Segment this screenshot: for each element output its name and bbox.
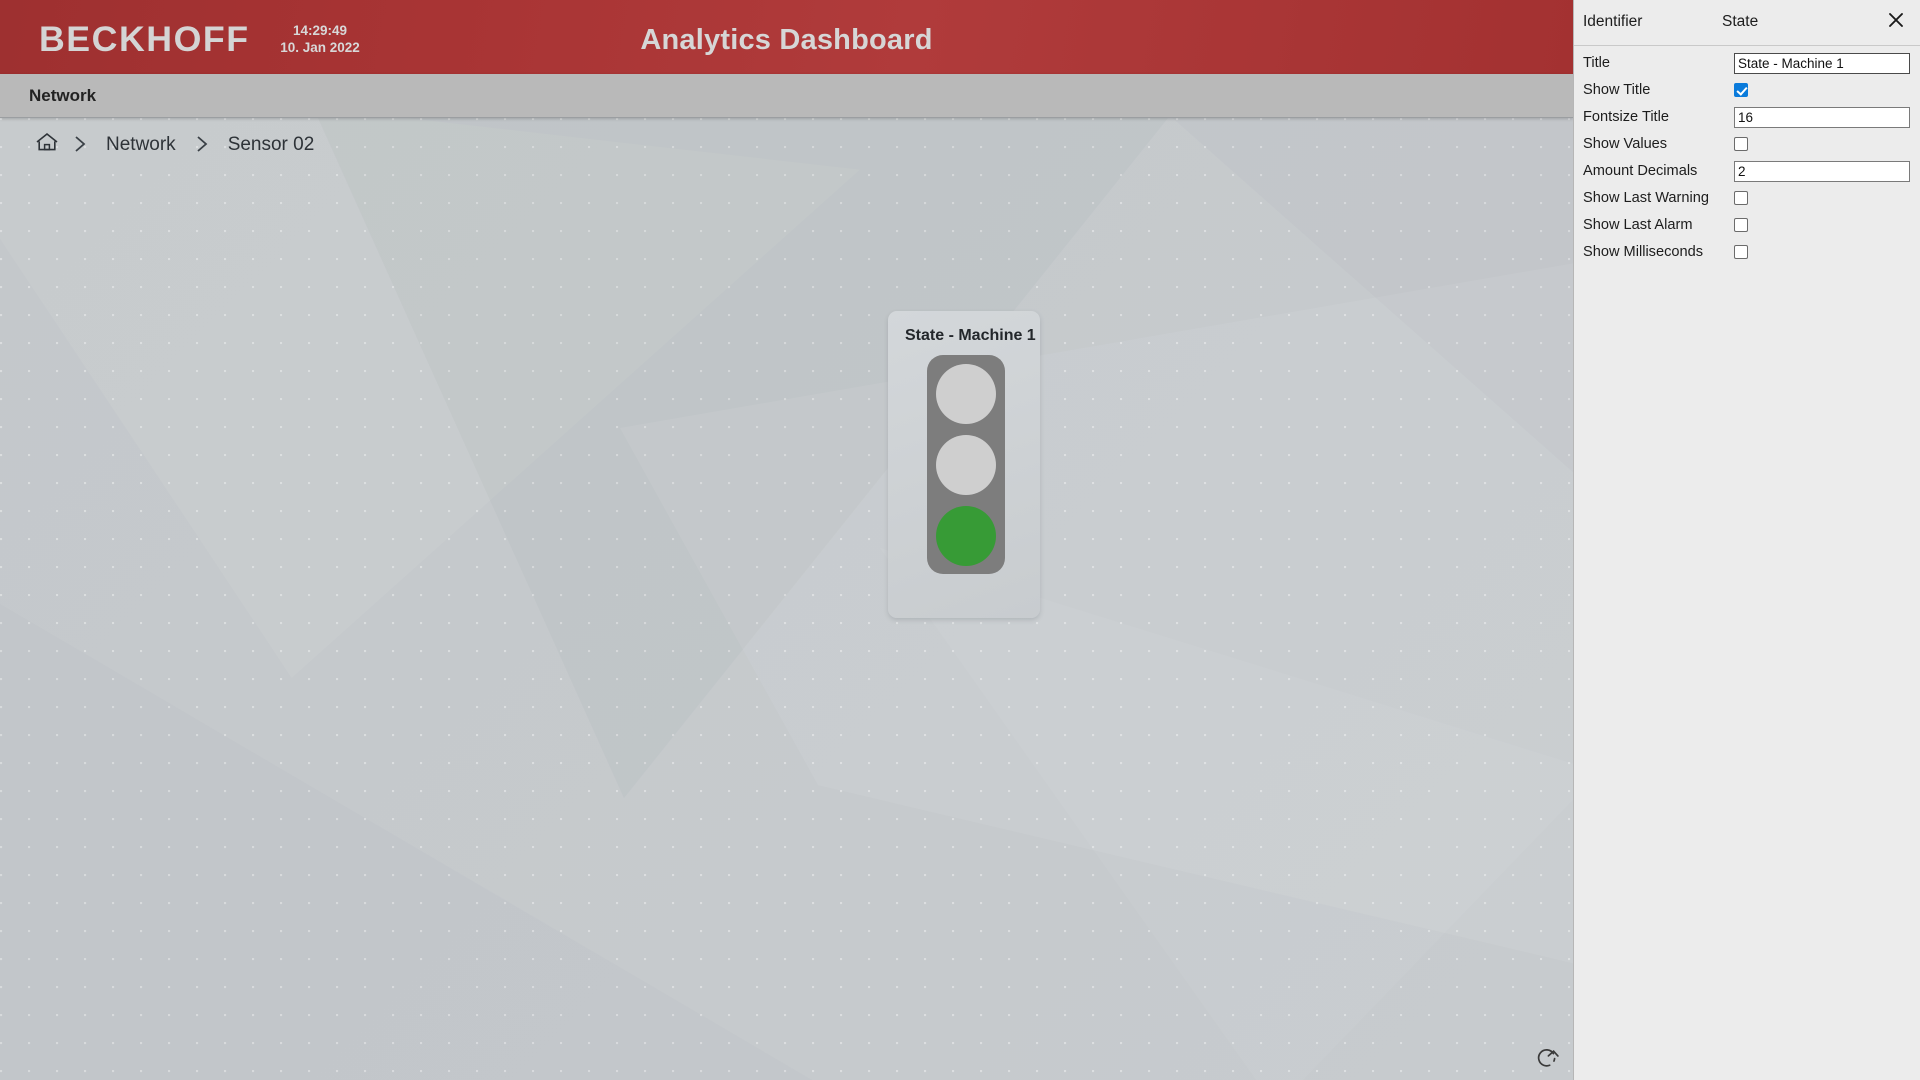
- show-last-warning-checkbox[interactable]: [1734, 191, 1748, 205]
- property-label: Show Values: [1583, 136, 1668, 152]
- identifier-value: State: [1722, 13, 1759, 30]
- lamp-yellow: [936, 435, 996, 495]
- breadcrumb: Network Sensor 02: [0, 118, 320, 170]
- property-label: Show Last Alarm: [1583, 217, 1693, 233]
- breadcrumb-item-network[interactable]: Network: [100, 135, 182, 154]
- section-title: Network: [29, 86, 97, 105]
- property-row-show-title: Show Title: [1574, 78, 1920, 105]
- property-row-show-last-warning: Show Last Warning: [1574, 186, 1920, 213]
- close-icon: [1887, 11, 1905, 34]
- show-last-alarm-checkbox[interactable]: [1734, 218, 1748, 232]
- property-field: [1734, 80, 1748, 97]
- traffic-light-housing: [927, 355, 1005, 574]
- property-row-title: Title: [1574, 51, 1920, 78]
- property-label: Show Milliseconds: [1583, 244, 1704, 260]
- properties-panel-header: Identifier State: [1574, 0, 1920, 46]
- page-title: Analytics Dashboard: [640, 24, 933, 56]
- property-field: [1734, 53, 1910, 74]
- property-row-show-last-alarm: Show Last Alarm: [1574, 213, 1920, 240]
- amount-decimals-input[interactable]: [1734, 161, 1910, 182]
- property-field: [1734, 134, 1748, 151]
- property-row-amount-decimals: Amount Decimals: [1574, 159, 1920, 186]
- property-label: Show Last Warning: [1583, 190, 1709, 206]
- title-input[interactable]: [1734, 53, 1910, 74]
- breadcrumb-separator: [60, 134, 100, 154]
- property-field: [1734, 161, 1910, 182]
- reload-button[interactable]: [1531, 1042, 1561, 1072]
- property-field: [1734, 215, 1748, 232]
- property-row-show-values: Show Values: [1574, 132, 1920, 159]
- identifier-label: Identifier: [1583, 13, 1643, 30]
- property-label: Show Title: [1583, 82, 1651, 98]
- breadcrumb-home-button[interactable]: [34, 130, 60, 159]
- reload-icon: [1531, 1049, 1561, 1076]
- widget-title: State - Machine 1: [905, 327, 1036, 344]
- property-label: Title: [1583, 55, 1611, 71]
- breadcrumb-item-sensor-02[interactable]: Sensor 02: [222, 135, 321, 154]
- fontsize-title-input[interactable]: [1734, 107, 1910, 128]
- lamp-green: [936, 506, 996, 566]
- property-label: Amount Decimals: [1583, 163, 1698, 179]
- show-title-checkbox[interactable]: [1734, 83, 1748, 97]
- property-label: Fontsize Title: [1583, 109, 1669, 125]
- section-bar: Network: [0, 74, 1573, 118]
- dashboard-canvas: Network Sensor 02 State - Machine 1: [0, 118, 1573, 1080]
- property-list: Title Show Title Fontsize Title Show Val…: [1574, 46, 1920, 267]
- property-field: [1734, 107, 1910, 128]
- show-values-checkbox[interactable]: [1734, 137, 1748, 151]
- home-icon: [34, 130, 60, 159]
- close-panel-button[interactable]: [1883, 9, 1909, 35]
- property-field: [1734, 242, 1748, 259]
- traffic-light-widget[interactable]: State - Machine 1: [888, 311, 1040, 618]
- breadcrumb-separator: [182, 134, 222, 154]
- application-area: BECKHOFF 14:29:49 10. Jan 2022 Analytics…: [0, 0, 1573, 1080]
- properties-panel: Identifier State Title Show Title Fontsi…: [1573, 0, 1920, 1080]
- property-row-show-milliseconds: Show Milliseconds: [1574, 240, 1920, 267]
- show-milliseconds-checkbox[interactable]: [1734, 245, 1748, 259]
- property-field: [1734, 188, 1748, 205]
- lamp-red: [936, 364, 996, 424]
- property-row-fontsize-title: Fontsize Title: [1574, 105, 1920, 132]
- app-header-bar: BECKHOFF 14:29:49 10. Jan 2022 Analytics…: [0, 0, 1573, 74]
